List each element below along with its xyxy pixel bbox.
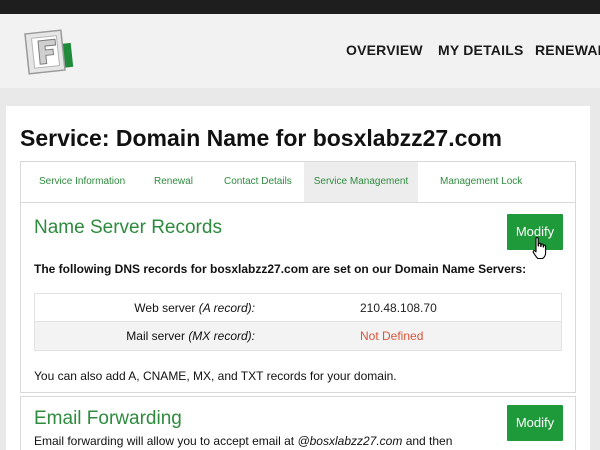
hand-pointer-icon (530, 236, 550, 262)
mail-server-value: Not Defined (360, 329, 424, 343)
nav-overview[interactable]: OVERVIEW (346, 42, 423, 58)
tab-renewal[interactable]: Renewal (154, 162, 193, 202)
modify-email-forwarding-button[interactable]: Modify (507, 405, 563, 441)
tab-service-information[interactable]: Service Information (39, 162, 125, 202)
name-server-records-title: Name Server Records (34, 217, 222, 238)
dns-record-label: Mail server (MX record): (126, 329, 255, 343)
service-tabs: Service Information Renewal Contact Deta… (20, 161, 576, 203)
browser-top-bar (0, 0, 600, 14)
tab-service-management[interactable]: Service Management (304, 162, 418, 202)
email-forwarding-title: Email Forwarding (34, 408, 182, 429)
dns-record-note: You can also add A, CNAME, MX, and TXT r… (34, 369, 397, 383)
site-header: OVERVIEW MY DETAILS RENEWALS (0, 14, 600, 88)
tab-contact-details[interactable]: Contact Details (224, 162, 292, 202)
f-logo-icon[interactable] (24, 28, 80, 80)
table-row: Mail server (MX record): Not Defined (35, 322, 561, 350)
dns-description: The following DNS records for bosxlabzz2… (34, 262, 527, 276)
nav-my-details[interactable]: MY DETAILS (438, 42, 524, 58)
dns-records-table: Web server (A record): 210.48.108.70 Mai… (34, 293, 562, 351)
table-row: Web server (A record): 210.48.108.70 (35, 294, 561, 322)
nav-renewals[interactable]: RENEWALS (535, 42, 600, 58)
dns-record-label: Web server (A record): (134, 301, 255, 315)
page-title: Service: Domain Name for bosxlabzz27.com (20, 125, 502, 151)
web-server-value: 210.48.108.70 (360, 301, 437, 315)
tab-management-lock[interactable]: Management Lock (440, 162, 522, 202)
email-forwarding-description: Email forwarding will allow you to accep… (34, 434, 453, 448)
